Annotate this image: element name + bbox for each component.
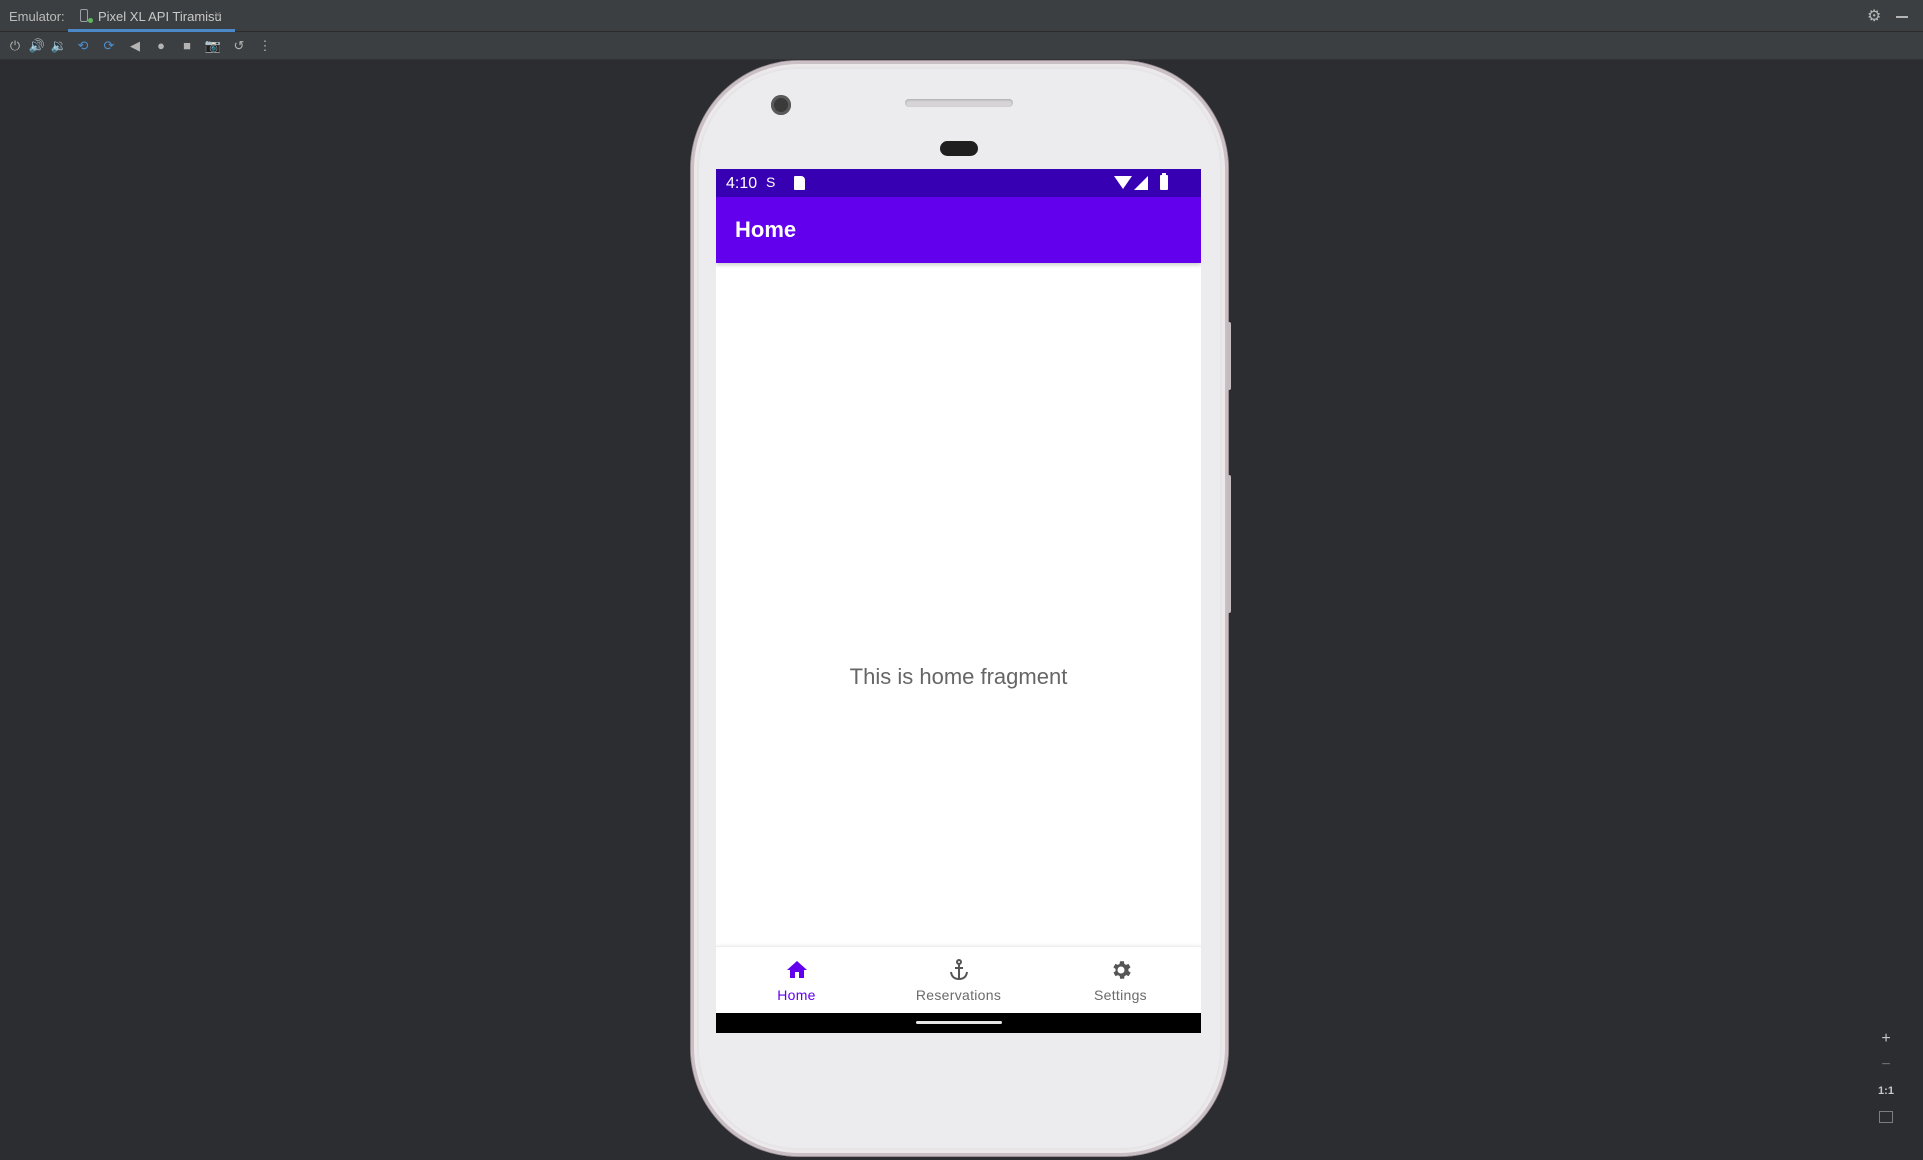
- emulator-label: Emulator:: [9, 9, 65, 24]
- fit-screen-button[interactable]: [1872, 1106, 1900, 1128]
- wifi-icon: [1114, 176, 1132, 189]
- sd-card-icon: [794, 176, 805, 190]
- front-camera: [771, 95, 791, 115]
- volume-down-icon[interactable]: 🔉: [50, 37, 68, 55]
- home-icon: [786, 961, 807, 978]
- app-bar-title: Home: [735, 217, 797, 242]
- nav-item-settings[interactable]: Settings: [1040, 947, 1201, 1014]
- battery-icon: [1160, 173, 1168, 190]
- earpiece-speaker: [905, 99, 1013, 107]
- device-tab-label: Pixel XL API Tiramisu: [98, 9, 222, 24]
- more-options-icon[interactable]: ⋮: [256, 37, 274, 55]
- volume-side-button: [1227, 475, 1231, 613]
- status-bar: 4:10 S: [716, 169, 1201, 197]
- overview-icon[interactable]: ■: [178, 37, 196, 55]
- rotate-left-icon[interactable]: ⟲: [74, 37, 92, 55]
- nav-item-home[interactable]: Home: [716, 947, 877, 1014]
- system-navigation-bar: [716, 1013, 1201, 1033]
- emulator-toolbar: ⏻ 🔊 🔉 ⟲ ⟳ ◀ ● ■ 📷 ↺ ⋮: [0, 32, 1923, 60]
- bottom-navigation: Home Reservations Settings: [716, 946, 1201, 1014]
- tab-close-icon[interactable]: ×: [214, 7, 222, 22]
- device-screen[interactable]: 4:10 S Home This is home fragment Home R…: [716, 169, 1201, 1033]
- status-time: 4:10: [726, 175, 758, 192]
- home-button-icon[interactable]: ●: [152, 37, 170, 55]
- gesture-handle[interactable]: [916, 1021, 1002, 1024]
- device-tab[interactable]: Pixel XL API Tiramisu ×: [68, 0, 235, 32]
- camera-icon[interactable]: 📷: [204, 37, 222, 55]
- nav-item-reservations[interactable]: Reservations: [878, 947, 1039, 1014]
- volume-up-icon[interactable]: 🔊: [28, 37, 46, 55]
- nav-label-settings: Settings: [1094, 987, 1147, 1003]
- rotate-right-icon[interactable]: ⟳: [100, 37, 118, 55]
- sync-icon: S: [766, 174, 776, 190]
- fit-screen-icon: [1879, 1110, 1893, 1123]
- zoom-controls: + − 1:1: [1872, 1028, 1900, 1132]
- gear-icon: [1112, 961, 1131, 979]
- zoom-in-button[interactable]: +: [1872, 1028, 1900, 1050]
- nav-label-reservations: Reservations: [915, 987, 1002, 1003]
- device-icon: [80, 9, 93, 23]
- signal-icon: [1134, 176, 1148, 190]
- app-bar: Home: [716, 197, 1201, 263]
- proximity-sensor: [940, 141, 978, 156]
- nav-label-home: Home: [777, 987, 816, 1003]
- back-icon[interactable]: ◀: [126, 37, 144, 55]
- minimize-icon[interactable]: [1896, 16, 1908, 18]
- actual-size-button[interactable]: 1:1: [1872, 1080, 1900, 1102]
- snapshot-icon[interactable]: ↺: [230, 37, 248, 55]
- zoom-out-button[interactable]: −: [1872, 1054, 1900, 1076]
- emulator-tab-bar: Emulator: Pixel XL API Tiramisu × ⚙: [0, 0, 1923, 32]
- power-side-button: [1227, 322, 1231, 390]
- anchor-icon: [949, 959, 968, 981]
- fragment-message: This is home fragment: [849, 664, 1068, 689]
- power-icon[interactable]: ⏻: [6, 37, 24, 55]
- settings-gear-icon[interactable]: ⚙: [1867, 6, 1881, 26]
